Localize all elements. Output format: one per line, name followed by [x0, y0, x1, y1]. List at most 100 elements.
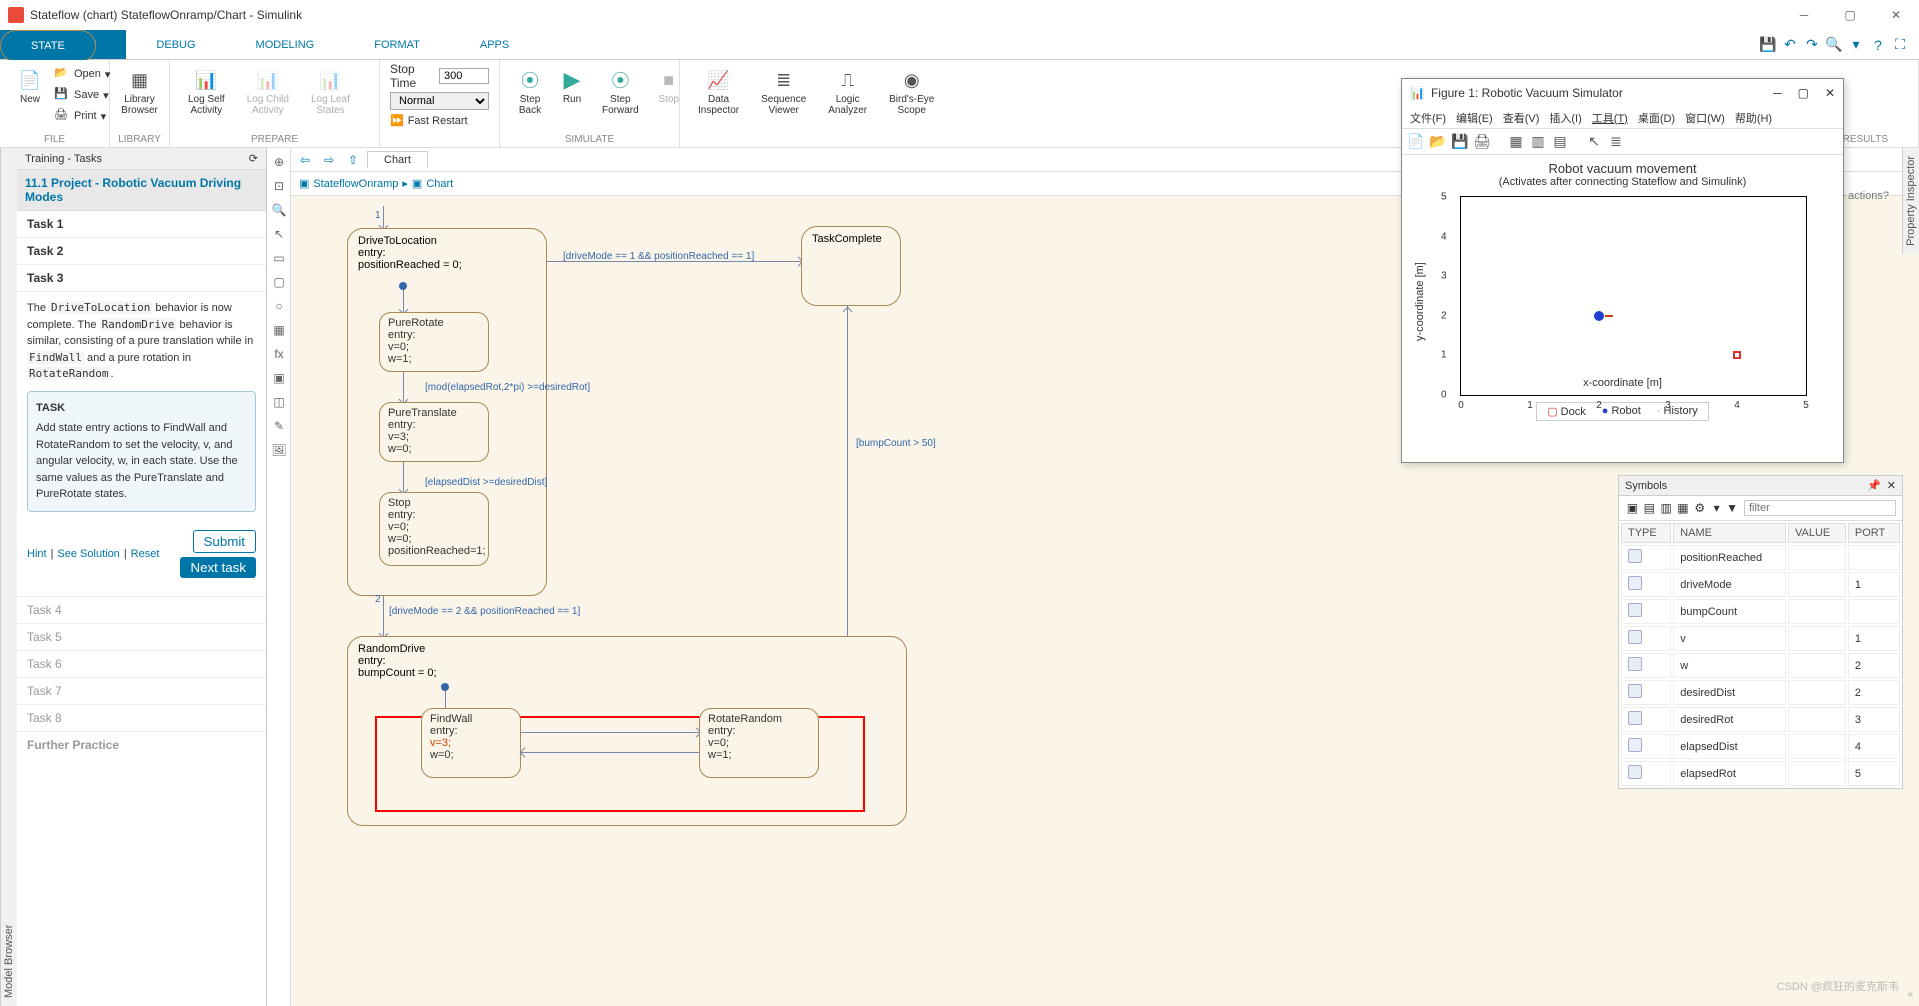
symbol-row[interactable]: desiredRot3	[1621, 707, 1900, 732]
logic-analyzer-button[interactable]: ⎍Logic Analyzer	[820, 64, 875, 120]
task-2[interactable]: Task 2	[17, 238, 266, 265]
log-self-button[interactable]: 📊Log Self Activity	[180, 64, 233, 120]
zoom-tool-icon[interactable]: 🔍	[269, 200, 289, 220]
task-8[interactable]: Task 8	[17, 704, 266, 731]
state-pure-translate[interactable]: PureTranslate entry: v=3; w=0;	[379, 402, 489, 462]
new-button[interactable]: 📄 New	[10, 64, 50, 126]
fast-restart-button[interactable]: ⏩Fast Restart	[390, 112, 489, 129]
sym-btn-2[interactable]: ▤	[1642, 499, 1657, 517]
junction-icon[interactable]: ○	[269, 296, 289, 316]
fig-tool3-icon[interactable]: ▤	[1550, 132, 1570, 152]
stop-time-input[interactable]	[439, 68, 489, 84]
print-button[interactable]: 🖨Print ▾	[54, 106, 110, 126]
sym-btn-1[interactable]: ▣	[1625, 499, 1640, 517]
symbol-row[interactable]: v1	[1621, 626, 1900, 651]
see-solution-link[interactable]: See Solution	[57, 548, 119, 560]
redo-icon[interactable]: ↷	[1803, 36, 1821, 54]
task-5[interactable]: Task 5	[17, 623, 266, 650]
fig-tool2-icon[interactable]: ▥	[1528, 132, 1548, 152]
tab-apps[interactable]: APPS	[450, 30, 539, 59]
tab-modeling[interactable]: MODELING	[226, 30, 345, 59]
symbol-row[interactable]: bumpCount	[1621, 599, 1900, 624]
fig-open-icon[interactable]: 📂	[1428, 132, 1448, 152]
further-practice[interactable]: Further Practice	[17, 731, 266, 758]
tab-debug[interactable]: DEBUG	[126, 30, 225, 59]
menu-insert[interactable]: 插入(I)	[1549, 110, 1581, 126]
task-7[interactable]: Task 7	[17, 677, 266, 704]
hint-link[interactable]: Hint	[27, 548, 47, 560]
sym-btn-5[interactable]: ⚙	[1692, 499, 1707, 517]
property-inspector-tab[interactable]: Property Inspector	[1902, 148, 1919, 254]
tab-format[interactable]: FORMAT	[344, 30, 450, 59]
save-icon[interactable]: 💾	[1759, 36, 1777, 54]
function-icon[interactable]: fx	[269, 344, 289, 364]
menu-window[interactable]: 窗口(W)	[1685, 110, 1725, 126]
model-browser-tab[interactable]: Model Browser	[0, 148, 17, 1006]
bc-root[interactable]: StateflowOnramp	[313, 178, 398, 190]
state-rotate-random[interactable]: RotateRandom entry: v=0; w=1;	[699, 708, 819, 778]
bc-chart[interactable]: Chart	[426, 178, 453, 190]
task-3[interactable]: Task 3	[17, 265, 266, 292]
fig-print-icon[interactable]: 🖨	[1472, 132, 1492, 152]
mode-select[interactable]: Normal	[390, 92, 489, 110]
step-back-button[interactable]: ⦿Step Back	[510, 64, 550, 120]
search-icon[interactable]: 🔍	[1825, 36, 1843, 54]
menu-desktop[interactable]: 桌面(D)	[1638, 110, 1675, 126]
step-forward-button[interactable]: ⦿Step Forward	[594, 64, 647, 120]
undo-icon[interactable]: ↶	[1781, 36, 1799, 54]
run-button[interactable]: ▶Run	[552, 64, 592, 120]
data-inspector-button[interactable]: 📈Data Inspector	[690, 64, 747, 120]
canvas-tab[interactable]: Chart	[367, 151, 428, 168]
fig-maximize[interactable]: ▢	[1798, 86, 1809, 100]
sym-btn-6[interactable]: ▾	[1709, 499, 1724, 517]
sequence-viewer-button[interactable]: ≣Sequence Viewer	[753, 64, 814, 120]
symbol-row[interactable]: w2	[1621, 653, 1900, 678]
fullscreen-icon[interactable]: ⛶	[1891, 36, 1909, 54]
help-icon[interactable]: ?	[1869, 36, 1887, 54]
simulink-fn-icon[interactable]: ▣	[269, 368, 289, 388]
menu-file[interactable]: 文件(F)	[1410, 110, 1446, 126]
menu-help[interactable]: 帮助(H)	[1735, 110, 1772, 126]
save-button[interactable]: 💾Save ▾	[54, 85, 110, 105]
fig-tool1-icon[interactable]: ▦	[1506, 132, 1526, 152]
submit-button[interactable]: Submit	[193, 530, 256, 553]
select-icon[interactable]: ↖	[269, 224, 289, 244]
symbols-filter[interactable]	[1744, 500, 1896, 516]
symbol-row[interactable]: elapsedRot5	[1621, 761, 1900, 786]
state-pure-rotate[interactable]: PureRotate entry: v=0; w=1;	[379, 312, 489, 372]
nav-up-icon[interactable]: ⇧	[343, 150, 363, 170]
menu-edit[interactable]: 编辑(E)	[1456, 110, 1493, 126]
menu-tools[interactable]: 工具(T)	[1592, 110, 1628, 126]
symbol-row[interactable]: desiredDist2	[1621, 680, 1900, 705]
task-4[interactable]: Task 4	[17, 596, 266, 623]
state-icon[interactable]: ▢	[269, 272, 289, 292]
box-icon[interactable]: ▭	[269, 248, 289, 268]
maximize-button[interactable]: ▢	[1827, 0, 1873, 30]
truth-table-icon[interactable]: ▦	[269, 320, 289, 340]
close-button[interactable]: ✕	[1873, 0, 1919, 30]
log-child-button[interactable]: 📊Log Child Activity	[239, 64, 297, 120]
log-leaf-button[interactable]: 📊Log Leaf States	[303, 64, 358, 120]
refresh-icon[interactable]: ⟳	[249, 152, 258, 165]
fit-icon[interactable]: ⊡	[269, 176, 289, 196]
next-task-button[interactable]: Next task	[180, 557, 256, 578]
sym-btn-4[interactable]: ▦	[1676, 499, 1691, 517]
nav-back-icon[interactable]: ⇦	[295, 150, 315, 170]
canvas-menu-icon[interactable]: «	[1907, 989, 1913, 1000]
state-stop[interactable]: Stop entry: v=0; w=0; positionReached=1;	[379, 492, 489, 566]
fig-close[interactable]: ✕	[1825, 86, 1835, 100]
fig-list-icon[interactable]: ≣	[1606, 132, 1626, 152]
symbol-row[interactable]: driveMode1	[1621, 572, 1900, 597]
symbols-pin-icon[interactable]: 📌	[1867, 479, 1881, 492]
fig-pointer-icon[interactable]: ↖	[1584, 132, 1604, 152]
sym-btn-3[interactable]: ▥	[1659, 499, 1674, 517]
task-1[interactable]: Task 1	[17, 211, 266, 238]
symbol-row[interactable]: elapsedDist4	[1621, 734, 1900, 759]
dropdown-icon[interactable]: ▾	[1847, 36, 1865, 54]
state-task-complete[interactable]: TaskComplete	[801, 226, 901, 306]
image-icon[interactable]: 🖼	[269, 440, 289, 460]
minimize-button[interactable]: ─	[1781, 0, 1827, 30]
tab-state[interactable]: STATE	[0, 30, 96, 62]
fig-new-icon[interactable]: 📄	[1406, 132, 1426, 152]
state-find-wall[interactable]: FindWall entry: v=3; w=0;	[421, 708, 521, 778]
